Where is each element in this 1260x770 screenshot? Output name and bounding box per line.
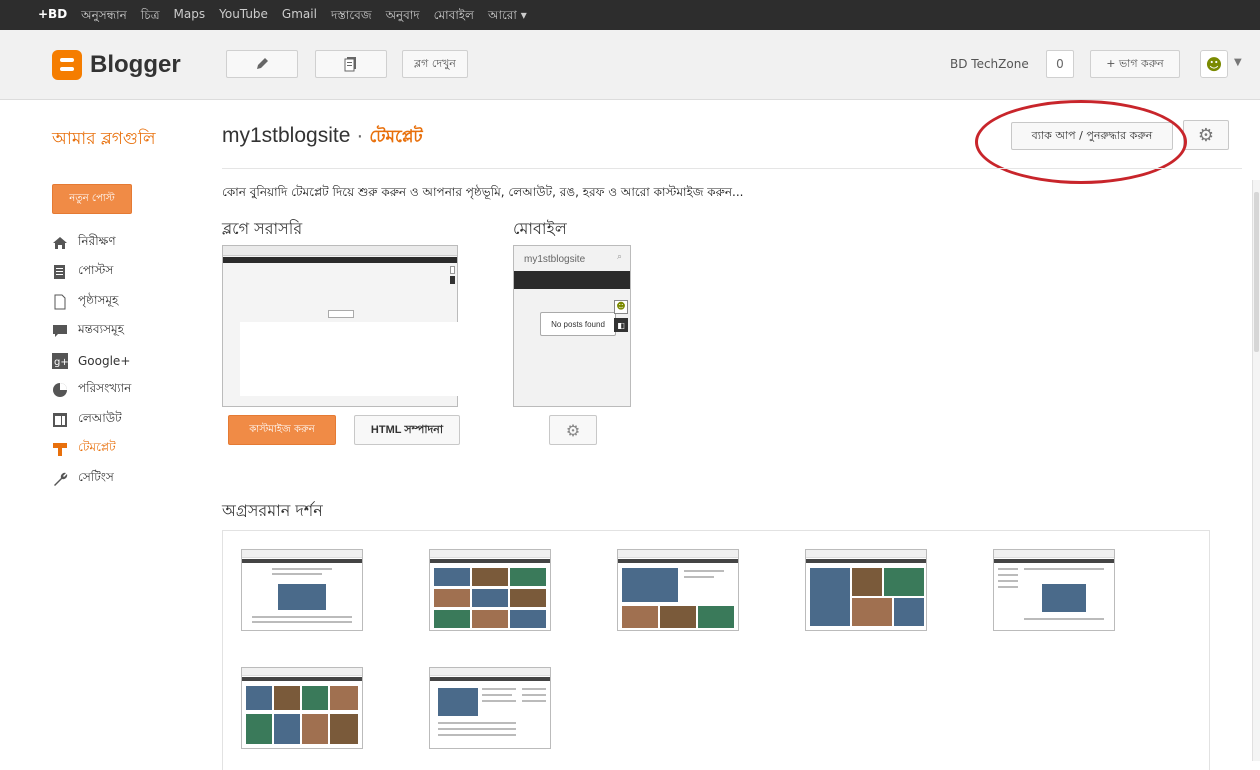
intro-text: কোন বুনিয়াদি টেমপ্লেট দিয়ে শুরু করুন ও… bbox=[222, 185, 744, 199]
scrollbar[interactable] bbox=[1252, 180, 1260, 761]
blogger-header: Blogger ব্লগ দেখুন BD TechZone 0 + ভাগ ক… bbox=[0, 30, 1260, 100]
home-icon bbox=[52, 235, 68, 251]
google-bar-item-mobile[interactable]: মোবাইল bbox=[434, 7, 474, 27]
edit-html-button[interactable]: HTML সম্পাদনা bbox=[354, 415, 460, 445]
gear-icon: ⚙ bbox=[565, 420, 581, 440]
google-bar-item-gmail[interactable]: Gmail bbox=[282, 7, 317, 27]
google-bar-item-docs[interactable]: দস্তাবেজ bbox=[331, 7, 372, 27]
template-settings-button[interactable]: ⚙ bbox=[1183, 120, 1229, 150]
backup-restore-button[interactable]: ব্যাক আপ / পুনরুদ্ধার করুন bbox=[1011, 122, 1173, 150]
sidebar-item-stats[interactable]: পরিসংখ্যান bbox=[52, 376, 131, 406]
sidebar-item-layout[interactable]: লেআউট bbox=[52, 405, 131, 435]
template-thumbnail[interactable] bbox=[805, 549, 927, 631]
sidebar-item-label: মন্তব্যসমূহ bbox=[78, 322, 124, 337]
google-bar-links: +BD অনুসন্ধান চিত্র Maps YouTube Gmail দ… bbox=[38, 7, 527, 27]
wrench-icon bbox=[52, 471, 68, 487]
blog-name[interactable]: my1stblogsite bbox=[222, 124, 350, 147]
sidebar-nav: নিরীক্ষণ পোস্টস পৃষ্ঠাসমূহ মন্তব্যসমূহ g… bbox=[52, 228, 131, 494]
sidebar-item-label: পোস্টস bbox=[78, 263, 114, 278]
customize-button[interactable]: কাস্টমাইজ করুন bbox=[228, 415, 336, 445]
live-on-blog-heading: ব্লগে সরাসরি bbox=[222, 219, 303, 238]
template-thumbnail[interactable] bbox=[241, 549, 363, 631]
sidebar-item-overview[interactable]: নিরীক্ষণ bbox=[52, 228, 131, 258]
chevron-down-icon[interactable]: ▼ bbox=[1234, 57, 1242, 68]
svg-text:g+: g+ bbox=[54, 357, 68, 368]
search-icon: ⌕ bbox=[616, 252, 622, 262]
mobile-heading: মোবাইল bbox=[513, 219, 567, 238]
google-bar: +BD অনুসন্ধান চিত্র Maps YouTube Gmail দ… bbox=[0, 0, 1260, 30]
preview-navbar bbox=[223, 257, 457, 263]
google-bar-item-plus[interactable]: +BD bbox=[38, 7, 67, 27]
blogger-logo-text: Blogger bbox=[90, 51, 181, 78]
divider bbox=[222, 168, 1242, 169]
comments-icon bbox=[52, 323, 68, 339]
google-bar-item-more[interactable]: আরো ▾ bbox=[488, 7, 527, 27]
stats-icon bbox=[52, 382, 68, 398]
no-posts-message: No posts found bbox=[540, 312, 616, 336]
preview-side-widget bbox=[450, 266, 455, 274]
template-gallery bbox=[222, 530, 1210, 770]
layout-icon bbox=[52, 412, 68, 428]
new-post-pencil-button[interactable] bbox=[226, 50, 298, 78]
breadcrumb: my1stblogsite · টেমপ্লেট bbox=[222, 124, 423, 152]
template-thumbnail[interactable] bbox=[993, 549, 1115, 631]
mobile-template-preview[interactable]: my1stblogsite ⌕ No posts found ☻ ◧ bbox=[513, 245, 631, 407]
posts-list-button[interactable] bbox=[315, 50, 387, 78]
sidebar-item-label: পৃষ্ঠাসমূহ bbox=[78, 292, 119, 307]
sidebar-item-template[interactable]: টেমপ্লেট bbox=[52, 435, 131, 465]
template-thumbnail[interactable] bbox=[617, 549, 739, 631]
view-blog-button[interactable]: ব্লগ দেখুন bbox=[402, 50, 468, 78]
feed-icon: ◧ bbox=[614, 318, 628, 332]
dynamic-views-heading: অগ্রসরমান দর্শন bbox=[222, 501, 323, 520]
template-thumbnail[interactable] bbox=[429, 667, 551, 749]
google-bar-item-images[interactable]: চিত্র bbox=[141, 7, 160, 27]
template-thumbnail[interactable] bbox=[241, 667, 363, 749]
my-blogs-link[interactable]: আমার ব্লগগুলি bbox=[52, 126, 156, 154]
mobile-preview-title: my1stblogsite bbox=[524, 254, 586, 265]
sidebar-item-comments[interactable]: মন্তব্যসমূহ bbox=[52, 317, 131, 347]
preview-message-box bbox=[328, 310, 354, 318]
page-title: টেমপ্লেট bbox=[369, 127, 423, 147]
blogger-logo[interactable]: Blogger bbox=[52, 50, 181, 80]
sidebar-item-pages[interactable]: পৃষ্ঠাসমূহ bbox=[52, 287, 131, 317]
pencil-icon bbox=[257, 58, 268, 69]
sidebar-item-google-plus[interactable]: g+ Google+ bbox=[52, 346, 131, 376]
sidebar-item-settings[interactable]: সেটিংস bbox=[52, 464, 131, 494]
document-icon bbox=[344, 57, 356, 72]
scrollbar-thumb[interactable] bbox=[1254, 192, 1259, 352]
mobile-settings-button[interactable]: ⚙ bbox=[549, 415, 597, 445]
template-icon bbox=[52, 441, 68, 457]
preview-header bbox=[223, 246, 457, 256]
sidebar-item-posts[interactable]: পোস্টস bbox=[52, 258, 131, 288]
sidebar-item-label: নিরীক্ষণ bbox=[78, 233, 116, 248]
sidebar-item-label: সেটিংস bbox=[78, 469, 114, 484]
avatar-smiley-icon: ☻ bbox=[1205, 54, 1223, 74]
smiley-icon: ☻ bbox=[614, 300, 628, 314]
google-plus-icon: g+ bbox=[52, 352, 68, 369]
redacted-area bbox=[240, 322, 730, 396]
mobile-preview-navbar bbox=[514, 271, 630, 289]
google-bar-item-search[interactable]: অনুসন্ধান bbox=[81, 7, 127, 27]
sidebar-item-label: পরিসংখ্যান bbox=[78, 381, 132, 396]
notification-count[interactable]: 0 bbox=[1046, 50, 1074, 78]
new-post-button[interactable]: নতুন পোস্ট bbox=[52, 184, 132, 214]
share-button[interactable]: + ভাগ করুন bbox=[1090, 50, 1180, 78]
preview-side-widget bbox=[450, 276, 455, 284]
posts-icon bbox=[52, 264, 68, 280]
blogger-logo-icon bbox=[52, 50, 82, 80]
pages-icon bbox=[52, 294, 68, 310]
google-bar-item-youtube[interactable]: YouTube bbox=[219, 7, 268, 27]
sidebar-item-label: লেআউট bbox=[78, 410, 122, 425]
account-name[interactable]: BD TechZone bbox=[950, 57, 1029, 71]
google-bar-item-maps[interactable]: Maps bbox=[174, 7, 206, 27]
breadcrumb-separator: · bbox=[356, 124, 364, 147]
template-thumbnail[interactable] bbox=[429, 549, 551, 631]
gear-icon: ⚙ bbox=[1197, 124, 1215, 146]
sidebar-item-label: টেমপ্লেট bbox=[78, 440, 116, 455]
avatar[interactable]: ☻ bbox=[1200, 50, 1228, 78]
sidebar-item-label: Google+ bbox=[78, 353, 131, 368]
google-bar-item-translate[interactable]: অনুবাদ bbox=[386, 7, 420, 27]
